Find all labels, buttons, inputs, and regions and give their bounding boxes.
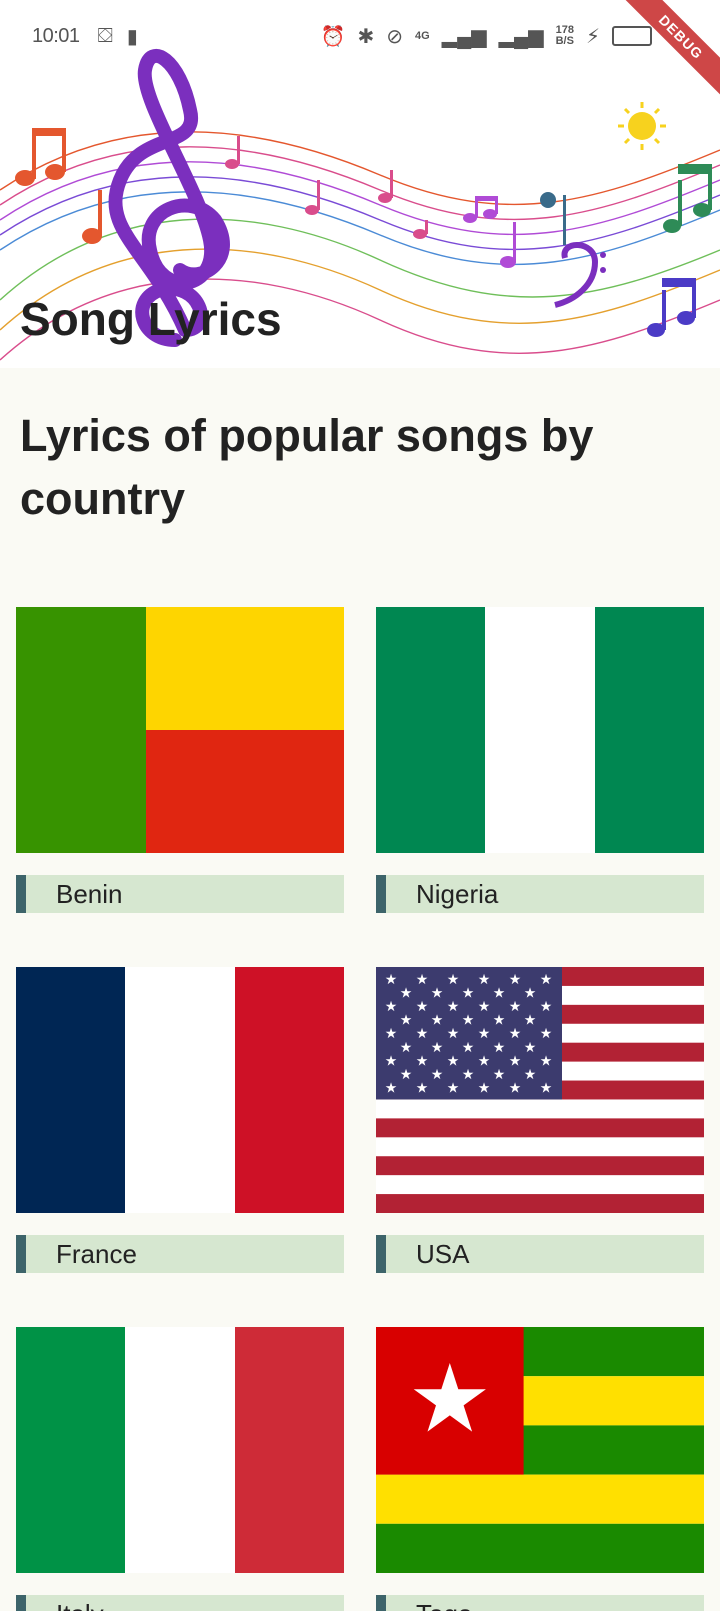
svg-text:★: ★ xyxy=(416,1080,429,1096)
label-accent xyxy=(16,875,26,913)
svg-text:★: ★ xyxy=(478,1080,491,1096)
svg-text:★: ★ xyxy=(540,999,553,1015)
svg-text:★: ★ xyxy=(478,972,491,988)
country-label: Italy xyxy=(16,1595,344,1611)
svg-text:★: ★ xyxy=(462,1040,475,1056)
charging-icon: ⚡ xyxy=(585,25,600,48)
svg-text:★: ★ xyxy=(478,1053,491,1069)
label-accent xyxy=(376,1595,386,1611)
svg-text:★: ★ xyxy=(478,999,491,1015)
label-accent xyxy=(16,1595,26,1611)
bluetooth-icon: ✱ xyxy=(357,25,375,48)
notification-icon: ⛋ xyxy=(97,24,113,47)
country-label: USA xyxy=(376,1235,704,1273)
status-icons: ⏰ ✱ ⊘ 4G ▂▄▆ ▂▄▆ 178 B/S ⚡ xyxy=(321,24,688,49)
app-title: Song Lyrics xyxy=(20,293,282,345)
svg-text:★: ★ xyxy=(416,972,429,988)
svg-text:★: ★ xyxy=(493,1040,506,1056)
svg-text:★: ★ xyxy=(509,1026,522,1042)
svg-text:★: ★ xyxy=(540,1026,553,1042)
country-name: USA xyxy=(416,1238,470,1269)
nigeria-flag xyxy=(376,607,704,853)
country-card-italy[interactable]: Italy xyxy=(16,1327,344,1611)
signal-icon-2: ▂▄▆ xyxy=(498,25,544,48)
do-not-disturb-icon: ⊘ xyxy=(386,25,404,48)
country-card-togo[interactable]: Togo xyxy=(376,1327,704,1611)
svg-text:★: ★ xyxy=(509,1080,522,1096)
italy-flag xyxy=(16,1327,344,1573)
video-icon: ▮ xyxy=(126,25,138,48)
svg-text:★: ★ xyxy=(524,986,537,1002)
svg-text:★: ★ xyxy=(462,986,475,1002)
status-time: 10:01 xyxy=(32,24,80,47)
benin-flag xyxy=(16,607,344,853)
svg-text:★: ★ xyxy=(431,1040,444,1056)
country-name: Benin xyxy=(56,878,123,909)
country-card-nigeria[interactable]: Nigeria xyxy=(376,607,704,913)
svg-text:★: ★ xyxy=(493,1067,506,1083)
svg-text:★: ★ xyxy=(524,1040,537,1056)
app-screen: Song Lyrics 10:01 ⛋ ▮ ⏰ ✱ ⊘ 4G ▂▄▆ ▂▄▆ 1… xyxy=(0,0,720,1611)
network-type: 4G xyxy=(415,29,430,42)
svg-text:★: ★ xyxy=(431,986,444,1002)
svg-text:★: ★ xyxy=(509,972,522,988)
country-card-benin[interactable]: Benin xyxy=(16,607,344,913)
svg-text:★: ★ xyxy=(400,986,413,1002)
svg-text:★: ★ xyxy=(400,1067,413,1083)
svg-text:★: ★ xyxy=(509,1053,522,1069)
network-speed-unit: B/S xyxy=(555,35,574,47)
signal-icon: ▂▄▆ xyxy=(441,25,487,48)
svg-text:★: ★ xyxy=(447,999,460,1015)
togo-flag xyxy=(376,1327,704,1573)
svg-text:★: ★ xyxy=(385,999,398,1015)
svg-text:★: ★ xyxy=(431,1013,444,1029)
battery-icon xyxy=(612,26,652,46)
country-label: Benin xyxy=(16,875,344,913)
country-name: France xyxy=(56,1238,137,1269)
country-label: France xyxy=(16,1235,344,1273)
label-accent xyxy=(376,1235,386,1273)
country-name: Italy xyxy=(56,1599,104,1611)
label-accent xyxy=(16,1235,26,1273)
svg-text:★: ★ xyxy=(509,999,522,1015)
country-card-usa[interactable]: ★ ★ ★ ★ ★ ★ ★ ★ ★ ★ ★ ★ ★ ★ ★ ★ ★ ★ ★ ★ ★ ★ ★ ★ ★ ★ ★ ★ ★ ★ ★ ★ ★ ★ ★ ★ ★ ★ ★ ★… xyxy=(376,967,704,1273)
svg-text:★: ★ xyxy=(400,1040,413,1056)
svg-text:★: ★ xyxy=(540,1080,553,1096)
country-label: Togo xyxy=(376,1595,704,1611)
svg-text:★: ★ xyxy=(462,1067,475,1083)
country-label: Nigeria xyxy=(376,875,704,913)
svg-text:★: ★ xyxy=(540,1053,553,1069)
svg-text:★: ★ xyxy=(416,1026,429,1042)
svg-text:★: ★ xyxy=(493,1013,506,1029)
country-name: Nigeria xyxy=(416,878,499,909)
svg-text:★: ★ xyxy=(493,986,506,1002)
svg-text:★: ★ xyxy=(385,1080,398,1096)
svg-text:★: ★ xyxy=(540,972,553,988)
alarm-icon: ⏰ xyxy=(320,25,346,48)
svg-text:★: ★ xyxy=(416,999,429,1015)
svg-text:★: ★ xyxy=(400,1013,413,1029)
sun-icon xyxy=(618,102,666,150)
usa-flag: ★ ★ ★ ★ ★ ★ ★ ★ ★ ★ ★ ★ ★ ★ ★ ★ ★ ★ ★ ★ ★ ★ ★ ★ ★ ★ ★ ★ ★ ★ ★ ★ ★ ★ ★ ★ ★ ★ ★ ★… xyxy=(376,967,704,1213)
country-card-france[interactable]: France xyxy=(16,967,344,1273)
country-name: Togo xyxy=(416,1599,472,1611)
network-speed: 178 B/S xyxy=(556,25,574,47)
section-heading: Lyrics of popular songs by country xyxy=(20,410,594,524)
svg-text:★: ★ xyxy=(385,1053,398,1069)
svg-text:★: ★ xyxy=(431,1067,444,1083)
svg-text:★: ★ xyxy=(478,1026,491,1042)
svg-text:★: ★ xyxy=(447,1053,460,1069)
svg-text:★: ★ xyxy=(447,1080,460,1096)
svg-text:★: ★ xyxy=(524,1013,537,1029)
svg-text:★: ★ xyxy=(416,1053,429,1069)
svg-text:★: ★ xyxy=(447,972,460,988)
france-flag xyxy=(16,967,344,1213)
svg-text:★: ★ xyxy=(524,1067,537,1083)
svg-text:★: ★ xyxy=(447,1026,460,1042)
label-accent xyxy=(376,875,386,913)
status-bar: 10:01 ⛋ ▮ ⏰ ✱ ⊘ 4G ▂▄▆ ▂▄▆ 178 B/S ⚡ xyxy=(0,0,720,72)
svg-text:★: ★ xyxy=(462,1013,475,1029)
svg-text:★: ★ xyxy=(385,1026,398,1042)
svg-text:★: ★ xyxy=(385,972,398,988)
